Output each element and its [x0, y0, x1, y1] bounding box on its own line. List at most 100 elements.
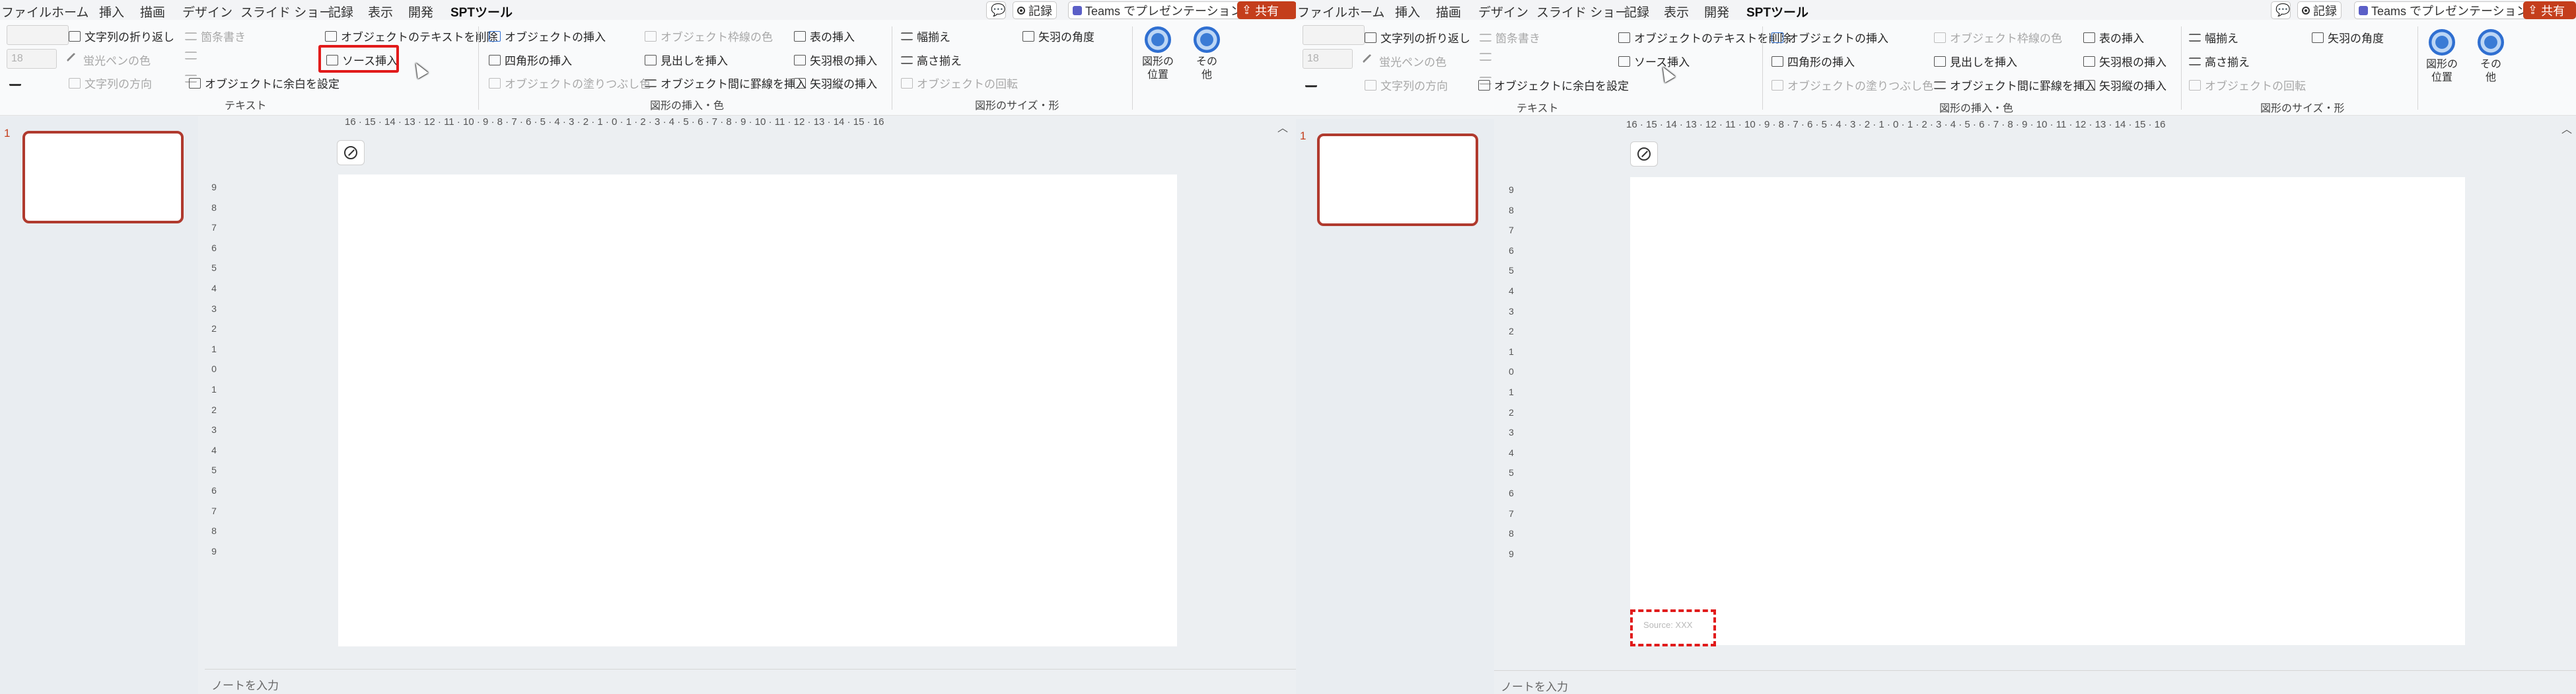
highlighter-color-button[interactable]: 蛍光ペンの色 [66, 52, 151, 68]
arrow-angle-button[interactable]: 矢羽の角度 [1022, 28, 1094, 44]
border-color-button[interactable]: オブジェクト枠線の色 [1934, 29, 2062, 46]
tab-draw[interactable]: 描画 [1436, 3, 1461, 20]
tab-design[interactable]: デザイン [182, 3, 233, 20]
tab-slideshow[interactable]: スライド ショー [240, 3, 332, 20]
rotate-object-button[interactable]: オブジェクトの回転 [901, 75, 1018, 91]
notes-pane[interactable]: ノートを入力 [205, 669, 1296, 694]
designer-icon [344, 146, 357, 159]
separator [478, 26, 479, 110]
source-insert-button[interactable]: ソース挿入 [1618, 53, 1690, 69]
other-button[interactable]: その 他 [2472, 29, 2510, 85]
insert-ruled-lines-button[interactable]: オブジェクト間に罫線を挿入 [1934, 77, 2096, 93]
slide-canvas[interactable] [338, 174, 1177, 646]
share-button[interactable]: ⇪ 共有 [2523, 1, 2576, 19]
designer-button[interactable] [337, 140, 365, 165]
insert-table-button[interactable]: 表の挿入 [2083, 29, 2144, 46]
collapse-ribbon-icon[interactable]: ︿ [2561, 120, 2572, 136]
text-direction-button[interactable]: 文字列の方向 [1365, 77, 1448, 93]
slide-thumbnail[interactable] [22, 131, 184, 223]
designer-button[interactable] [1630, 141, 1658, 167]
tab-view[interactable]: 表示 [368, 3, 393, 20]
group-label-insert: 図形の挿入・色 [650, 100, 725, 112]
font-name-combo[interactable] [1303, 25, 1365, 45]
tab-developer[interactable]: 開発 [1704, 3, 1729, 20]
record-button[interactable]: 記録 [2297, 1, 2342, 19]
other-button[interactable]: その 他 [1188, 26, 1226, 82]
font-color-icon [9, 75, 21, 86]
notes-pane[interactable]: ノートを入力 [1494, 670, 2576, 694]
align-width-button[interactable]: 幅揃え [2189, 29, 2238, 46]
font-name-combo[interactable] [7, 25, 69, 45]
fill-color-button[interactable]: オブジェクトの塗りつぶし色 [489, 75, 651, 91]
insert-ruled-lines-button[interactable]: オブジェクト間に罫線を挿入 [645, 75, 806, 91]
insert-heading-button[interactable]: 見出しを挿入 [1934, 53, 2017, 69]
tab-developer[interactable]: 開発 [408, 3, 433, 20]
insert-vertical-arrow-button[interactable]: 矢羽縦の挿入 [794, 75, 877, 91]
fill-color-button[interactable]: オブジェクトの塗りつぶし色 [1771, 77, 1933, 93]
tab-home[interactable]: ホーム [52, 3, 89, 20]
insert-rectangle-button[interactable]: 四角形の挿入 [1771, 53, 1855, 69]
collapse-ribbon-icon[interactable]: ︿ [1277, 119, 1288, 135]
insert-vertical-arrow-button[interactable]: 矢羽縦の挿入 [2083, 77, 2166, 93]
shape-position-button[interactable]: 図形の 位置 [1139, 26, 1177, 82]
align-height-button[interactable]: 高さ揃え [2189, 53, 2250, 69]
set-object-margins-button[interactable]: オブジェクトに余白を設定 [1478, 77, 1629, 93]
record-button[interactable]: 記録 [1013, 1, 1057, 19]
tab-insert[interactable]: 挿入 [99, 3, 124, 20]
teams-icon [1073, 5, 1082, 15]
present-in-teams-button[interactable]: Teams でプレゼンテーション [1068, 1, 1247, 19]
wrap-text-button[interactable]: 文字列の折り返し [1365, 29, 1470, 46]
numbering-button[interactable] [1480, 53, 1491, 61]
vertical-arrow-icon [2083, 79, 2095, 91]
text-direction-button[interactable]: 文字列の方向 [69, 75, 152, 91]
arrow-icon [794, 54, 806, 65]
separator [2181, 26, 2182, 110]
delete-object-text-button[interactable]: オブジェクトのテキストを削除 [1618, 29, 1791, 46]
numbering-button[interactable] [185, 52, 197, 59]
align-width-button[interactable]: 幅揃え [901, 28, 950, 44]
arrow-angle-button[interactable]: 矢羽の角度 [2312, 29, 2384, 46]
tab-record[interactable]: 記録 [1624, 3, 1649, 20]
shape-position-button[interactable]: 図形の 位置 [2423, 29, 2461, 85]
font-size-combo[interactable]: 18 [7, 49, 57, 69]
group-label-text: テキスト [225, 100, 267, 112]
screenshot-before: ファイル ホーム 挿入 描画 デザイン スライド ショー 記録 表示 開発 SP… [0, 0, 1296, 694]
wrap-text-button[interactable]: 文字列の折り返し [69, 28, 174, 44]
tab-file[interactable]: ファイル [1297, 3, 1347, 20]
bullets-button[interactable]: 箇条書き [185, 28, 246, 44]
tab-file[interactable]: ファイル [1, 3, 52, 20]
border-color-button[interactable]: オブジェクト枠線の色 [645, 28, 773, 44]
tab-insert[interactable]: 挿入 [1395, 3, 1420, 20]
insert-arrow-button[interactable]: 矢羽根の挿入 [794, 52, 877, 68]
present-in-teams-button[interactable]: Teams でプレゼンテーション [2354, 1, 2533, 19]
insert-arrow-button[interactable]: 矢羽根の挿入 [2083, 53, 2166, 69]
tab-home[interactable]: ホーム [1347, 3, 1384, 20]
vertical-ruler: 9876543210123456789 [1509, 184, 1514, 559]
rotate-object-button[interactable]: オブジェクトの回転 [2189, 77, 2306, 93]
bullets-button[interactable]: 箇条書き [1480, 29, 1540, 46]
insert-object-button[interactable]: オブジェクトの挿入 [1771, 29, 1888, 46]
highlighter-color-button[interactable]: 蛍光ペンの色 [1362, 53, 1447, 69]
font-size-combo[interactable]: 18 [1303, 49, 1353, 69]
comment-button[interactable]: 💬 [986, 1, 1006, 19]
insert-object-button[interactable]: オブジェクトの挿入 [489, 28, 606, 44]
insert-heading-button[interactable]: 見出しを挿入 [645, 52, 728, 68]
align-height-icon [2189, 57, 2201, 65]
tab-record[interactable]: 記録 [328, 3, 353, 20]
align-height-icon [901, 56, 913, 64]
slide-canvas[interactable]: Source: XXX [1630, 177, 2465, 645]
font-color-button[interactable] [9, 75, 21, 86]
font-color-button[interactable] [1305, 77, 1317, 87]
insert-rectangle-button[interactable]: 四角形の挿入 [489, 52, 572, 68]
comment-button[interactable]: 💬 [2271, 1, 2291, 19]
tab-draw[interactable]: 描画 [140, 3, 165, 20]
tab-view[interactable]: 表示 [1664, 3, 1689, 20]
tab-design[interactable]: デザイン [1478, 3, 1528, 20]
tab-slideshow[interactable]: スライド ショー [1536, 3, 1628, 20]
delete-object-text-button[interactable]: オブジェクトのテキストを削除 [325, 28, 498, 44]
insert-table-button[interactable]: 表の挿入 [794, 28, 855, 44]
slide-thumbnail[interactable] [1317, 134, 1478, 226]
set-object-margins-button[interactable]: オブジェクトに余白を設定 [189, 75, 340, 91]
share-button[interactable]: ⇪ 共有 [1237, 1, 1296, 19]
align-height-button[interactable]: 高さ揃え [901, 52, 962, 68]
